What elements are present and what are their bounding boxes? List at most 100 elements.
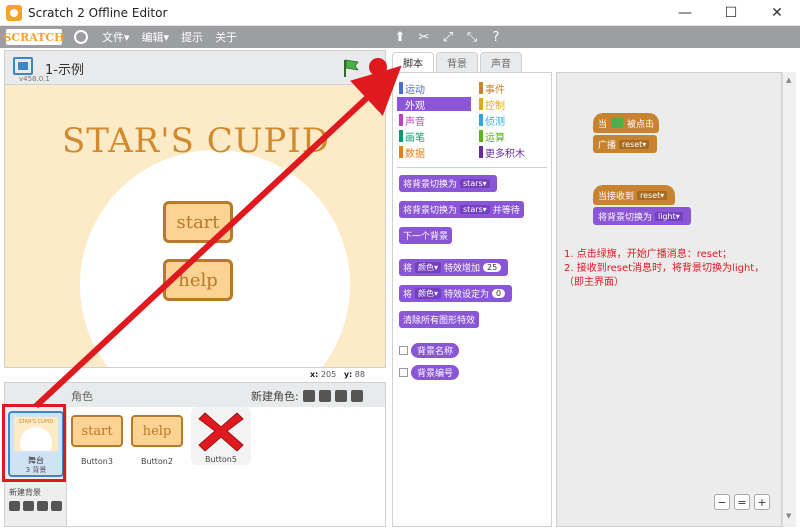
upload-sprite-icon[interactable] bbox=[334, 390, 347, 402]
category-operators[interactable]: 运算 bbox=[477, 129, 551, 144]
category-sensing[interactable]: 侦测 bbox=[477, 113, 551, 128]
green-flag-icon[interactable] bbox=[343, 59, 359, 77]
sprite-tile-button2[interactable]: help Button2 bbox=[129, 411, 185, 469]
backdrop-library-icon[interactable] bbox=[9, 501, 20, 511]
effect-dropdown[interactable]: 颜色▾ bbox=[415, 288, 442, 299]
shrink-icon[interactable]: ⤡ bbox=[464, 29, 480, 45]
sprite-tile-button3[interactable]: start Button3 bbox=[69, 411, 125, 469]
grow-icon[interactable]: ⤢ bbox=[440, 29, 456, 45]
category-looks[interactable]: 外观 bbox=[397, 97, 471, 112]
menu-bar: SCRATCH 文件▾ 编辑▾ 提示 关于 ⬆ ✂ ⤢ ⤡ ? bbox=[0, 26, 800, 48]
effect-amount-input[interactable]: 25 bbox=[483, 263, 502, 272]
sprite-thumb: help bbox=[131, 415, 183, 447]
category-swatch bbox=[399, 114, 403, 126]
category-swatch bbox=[399, 82, 403, 94]
block-switch-backdrop[interactable]: 将背景切换为 stars▾ bbox=[399, 175, 497, 192]
reporter-block[interactable]: 背景编号 bbox=[411, 365, 460, 380]
backdrop-dropdown[interactable]: light▾ bbox=[655, 211, 683, 221]
category-motion[interactable]: 运动 bbox=[397, 81, 471, 96]
scroll-up-icon[interactable]: ▲ bbox=[786, 76, 794, 84]
category-more-blocks[interactable]: 更多积木 bbox=[477, 145, 551, 160]
maximize-button[interactable]: ☐ bbox=[708, 0, 754, 26]
category-pen[interactable]: 画笔 bbox=[397, 129, 471, 144]
block-text: 下一个背景 bbox=[403, 232, 449, 242]
block-text: 广播 bbox=[598, 140, 617, 151]
coords-y: 88 bbox=[354, 370, 365, 379]
block-text: 特效增加 bbox=[444, 264, 481, 274]
menu-about[interactable]: 关于 bbox=[215, 29, 237, 45]
paint-backdrop-icon[interactable] bbox=[23, 501, 34, 511]
camera-sprite-icon[interactable] bbox=[350, 390, 363, 402]
menu-file[interactable]: 文件▾ bbox=[102, 29, 130, 45]
language-globe-icon[interactable] bbox=[74, 30, 88, 44]
block-change-effect[interactable]: 将 颜色▾ 特效增加 25 bbox=[399, 259, 509, 276]
tab-backdrops[interactable]: 背景 bbox=[436, 52, 478, 72]
delete-scissors-icon[interactable]: ✂ bbox=[416, 29, 432, 45]
annotation-note: 1. 点击绿旗，开始广播消息：reset； 2. 接收到reset消息时，将背景… bbox=[564, 248, 794, 290]
block-text: 被点击 bbox=[627, 119, 655, 130]
script-when-flag-clicked[interactable]: 当 被点击 bbox=[593, 113, 660, 133]
stage-help-button[interactable]: help bbox=[163, 259, 233, 301]
sprite-tile-button5[interactable]: Button5 bbox=[191, 407, 251, 465]
stage-title-text: STAR'S CUPID bbox=[62, 121, 330, 161]
script-when-i-receive[interactable]: 当接收到 reset▾ bbox=[593, 185, 676, 205]
block-text: 将背景切换为 bbox=[403, 206, 458, 216]
camera-backdrop-icon[interactable] bbox=[51, 501, 62, 511]
block-set-effect[interactable]: 将 颜色▾ 特效设定为 0 bbox=[399, 285, 513, 302]
reporter-checkbox[interactable] bbox=[399, 368, 408, 377]
script-broadcast[interactable]: 广播 reset▾ bbox=[593, 135, 658, 153]
category-swatch bbox=[399, 146, 403, 158]
stage-header: 1-示例 v458.0.1 bbox=[4, 50, 387, 84]
category-swatch bbox=[479, 82, 483, 94]
stage[interactable]: STAR'S CUPID start help bbox=[4, 84, 386, 368]
stop-sign-icon[interactable] bbox=[369, 58, 387, 76]
minimize-button[interactable]: — bbox=[662, 0, 708, 26]
script-scrollbar[interactable]: ▲ ▼ bbox=[782, 72, 796, 527]
zoom-in-icon[interactable]: + bbox=[754, 494, 770, 510]
reporter-backdrop-name[interactable]: 背景名称 bbox=[399, 343, 460, 358]
zoom-reset-icon[interactable]: = bbox=[734, 494, 750, 510]
menu-edit[interactable]: 编辑▾ bbox=[142, 29, 170, 45]
upload-backdrop-icon[interactable] bbox=[37, 501, 48, 511]
sprite-library-icon[interactable] bbox=[302, 390, 315, 402]
block-next-backdrop[interactable]: 下一个背景 bbox=[399, 227, 453, 244]
category-sound[interactable]: 声音 bbox=[397, 113, 471, 128]
title-bar: Scratch 2 Offline Editor — ☐ ✕ bbox=[0, 0, 800, 26]
sprite-thumb: start bbox=[71, 415, 123, 447]
category-data[interactable]: 数据 bbox=[397, 145, 471, 160]
help-question-icon[interactable]: ? bbox=[488, 29, 504, 45]
stage-start-button[interactable]: start bbox=[163, 201, 233, 243]
category-events[interactable]: 事件 bbox=[477, 81, 551, 96]
category-control[interactable]: 控制 bbox=[477, 97, 551, 112]
message-dropdown[interactable]: reset▾ bbox=[637, 190, 668, 200]
reporter-block[interactable]: 背景名称 bbox=[411, 343, 460, 358]
close-button[interactable]: ✕ bbox=[754, 0, 800, 26]
backdrop-dropdown[interactable]: stars▾ bbox=[460, 179, 490, 188]
category-label: 运算 bbox=[485, 132, 505, 144]
project-name[interactable]: 1-示例 bbox=[45, 59, 84, 78]
message-dropdown[interactable]: reset▾ bbox=[619, 139, 650, 149]
menu-tips[interactable]: 提示 bbox=[181, 29, 203, 45]
tab-sounds[interactable]: 声音 bbox=[480, 52, 522, 72]
duplicate-stamp-icon[interactable]: ⬆ bbox=[392, 29, 408, 45]
reporter-checkbox[interactable] bbox=[399, 346, 408, 355]
block-switch-backdrop-and-wait[interactable]: 将背景切换为 stars▾ 并等待 bbox=[399, 201, 524, 218]
reporter-backdrop-number[interactable]: 背景编号 bbox=[399, 365, 460, 380]
zoom-out-icon[interactable]: − bbox=[714, 494, 730, 510]
category-swatch bbox=[479, 114, 483, 126]
script-area[interactable]: 当 被点击 广播 reset▾ 当接收到 reset▾ 将背景切换为 light… bbox=[556, 72, 782, 527]
scroll-down-icon[interactable]: ▼ bbox=[786, 512, 794, 520]
block-clear-effects[interactable]: 清除所有图形特效 bbox=[399, 311, 480, 328]
annotation-line: 2. 接收到reset消息时，将背景切换为light， bbox=[564, 263, 765, 274]
fullscreen-icon[interactable] bbox=[13, 57, 33, 75]
scratch-logo[interactable]: SCRATCH bbox=[3, 29, 65, 45]
tab-scripts[interactable]: 脚本 bbox=[392, 52, 434, 72]
category-label: 外观 bbox=[405, 100, 425, 112]
coords-x: 205 bbox=[320, 370, 337, 379]
effect-dropdown[interactable]: 颜色▾ bbox=[415, 262, 442, 273]
effect-value-input[interactable]: 0 bbox=[492, 289, 506, 298]
backdrop-dropdown[interactable]: stars▾ bbox=[460, 205, 490, 214]
paint-sprite-icon[interactable] bbox=[318, 390, 331, 402]
category-swatch bbox=[479, 98, 483, 110]
script-switch-backdrop[interactable]: 将背景切换为 light▾ bbox=[593, 207, 691, 225]
